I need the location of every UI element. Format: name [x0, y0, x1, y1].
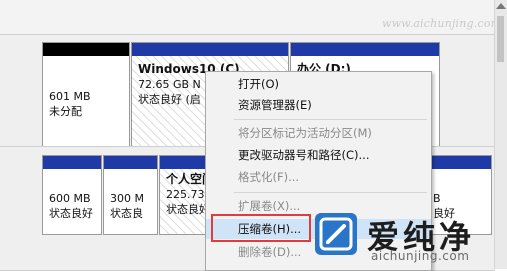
highlight-box	[211, 214, 311, 242]
vertical-scrollbar[interactable]	[494, 0, 507, 269]
menu-item-mark-active[interactable]: 将分区标记为活动分区(M)	[206, 123, 431, 143]
partition-header	[104, 156, 157, 169]
menu-item-explorer[interactable]: 资源管理器(E)	[206, 95, 431, 115]
pencil-in-box-icon	[315, 213, 357, 255]
partition-status: 状态良好	[49, 207, 93, 220]
watermark-url: www.aichunjing.com	[382, 17, 502, 30]
partition-body: 300 M 状态良	[104, 169, 157, 234]
partition-size: B	[433, 192, 441, 205]
scrollbar-thumb[interactable]	[497, 16, 504, 62]
partition-size: 601 MB	[49, 90, 91, 103]
partition-header	[43, 43, 129, 56]
menu-separator	[234, 119, 427, 120]
scroll-up-arrow-icon[interactable]	[496, 3, 506, 9]
partition-unallocated[interactable]: 601 MB 未分配	[42, 42, 130, 147]
partition-header	[43, 156, 101, 169]
menu-separator	[234, 192, 427, 193]
menu-item-change-drive-letter[interactable]: 更改驱动器号和路径(C)...	[206, 145, 431, 165]
partition-recovery[interactable]: 600 MB 状态良好	[42, 155, 102, 235]
partition-body: 600 MB 状态良好	[43, 169, 101, 234]
partition-header	[291, 43, 439, 56]
brand-url: aichunjing.com	[371, 249, 470, 263]
partition-size: 600 MB	[49, 192, 91, 205]
partition-header	[132, 43, 288, 56]
menu-item-open[interactable]: 打开(O)	[206, 74, 431, 94]
partition-status: 状态良	[110, 207, 143, 220]
partition-body: 601 MB 未分配	[43, 56, 129, 146]
menu-item-format[interactable]: 格式化(F)...	[206, 167, 431, 187]
partition-efi[interactable]: 300 M 状态良	[103, 155, 158, 235]
partition-status: 未分配	[49, 105, 82, 118]
partition-size: 300 M	[110, 192, 144, 205]
